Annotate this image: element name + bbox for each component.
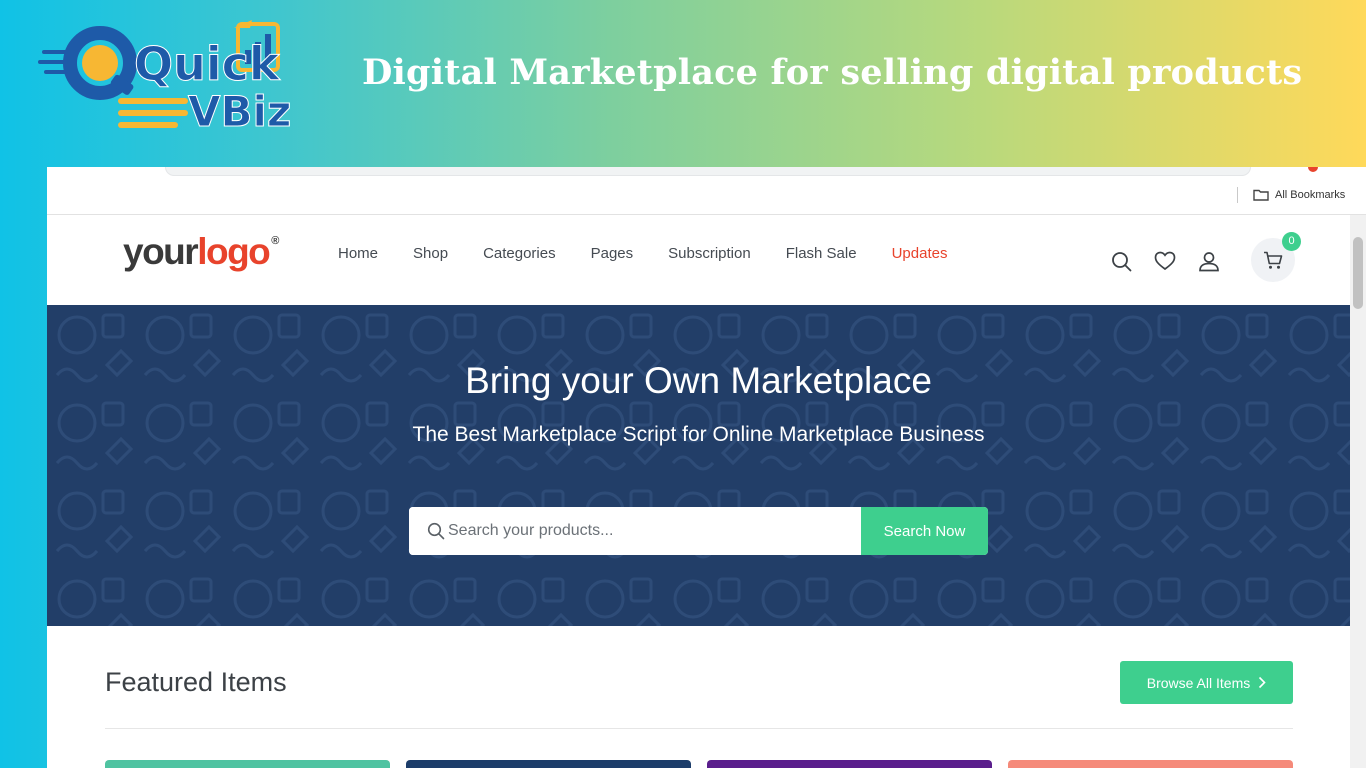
hero-section: Bring your Own Marketplace The Best Mark… — [47, 305, 1350, 626]
quickvbiz-logo: Quick VBiz — [38, 18, 313, 137]
product-search-input[interactable] — [409, 507, 861, 555]
scrollbar-thumb[interactable] — [1353, 237, 1363, 309]
address-bar[interactable] — [165, 167, 1251, 176]
product-search-form: Search Now — [409, 507, 988, 555]
chevron-right-icon — [1259, 676, 1266, 689]
product-card[interactable] — [406, 760, 691, 768]
nav-subscription[interactable]: Subscription — [668, 245, 751, 262]
hero-background-pattern — [47, 305, 1350, 626]
search-icon[interactable] — [1109, 249, 1133, 273]
product-card[interactable] — [105, 760, 390, 768]
site-header: yourlogo ® Home Shop Categories Pages Sub… — [47, 215, 1350, 305]
nav-updates[interactable]: Updates — [892, 245, 948, 262]
all-bookmarks-button[interactable]: All Bookmarks — [1253, 187, 1345, 203]
logo-text-logo: logo — [197, 231, 271, 272]
featured-items-grid — [105, 760, 1293, 768]
nav-flash-sale[interactable]: Flash Sale — [786, 245, 857, 262]
heart-icon[interactable] — [1153, 249, 1177, 273]
site-logo[interactable]: yourlogo ® — [123, 231, 279, 273]
banner-title: Digital Marketplace for selling digital … — [362, 52, 1303, 93]
logo-text-your: your — [123, 231, 199, 272]
browser-window: All Bookmarks yourlogo ® Home Shop Catego… — [47, 167, 1366, 768]
cart-count-badge: 0 — [1282, 232, 1301, 251]
featured-items-heading: Featured Items — [105, 667, 287, 697]
cart-icon — [1264, 251, 1283, 269]
brand-line2: VBiz — [188, 87, 291, 133]
user-icon[interactable] — [1197, 249, 1221, 273]
folder-icon — [1253, 189, 1269, 201]
nav-home[interactable]: Home — [338, 245, 378, 262]
page-scrollbar[interactable] — [1350, 215, 1366, 768]
browse-all-items-label: Browse All Items — [1146, 674, 1251, 691]
cart-button[interactable]: 0 — [1251, 232, 1301, 282]
nav-categories[interactable]: Categories — [483, 245, 556, 262]
product-card[interactable] — [707, 760, 992, 768]
hero-subtitle: The Best Marketplace Script for Online M… — [412, 423, 985, 446]
search-now-button[interactable]: Search Now — [861, 507, 988, 555]
search-field-wrap — [409, 507, 861, 555]
brand-line1: Quick — [134, 37, 281, 91]
search-icon — [427, 522, 445, 540]
product-card[interactable] — [1008, 760, 1293, 768]
hero-title: Bring your Own Marketplace — [465, 360, 932, 401]
logo-registered-mark: ® — [271, 235, 279, 247]
header-actions: 0 — [1109, 232, 1301, 283]
featured-divider — [105, 728, 1293, 729]
bookmark-divider — [1237, 187, 1238, 203]
profile-indicator[interactable] — [1308, 167, 1318, 172]
browse-all-items-button[interactable]: Browse All Items — [1120, 661, 1293, 704]
all-bookmarks-label: All Bookmarks — [1275, 189, 1346, 201]
main-nav: Home Shop Categories Pages Subscription … — [338, 245, 982, 262]
nav-pages[interactable]: Pages — [591, 245, 634, 262]
nav-shop[interactable]: Shop — [413, 245, 448, 262]
